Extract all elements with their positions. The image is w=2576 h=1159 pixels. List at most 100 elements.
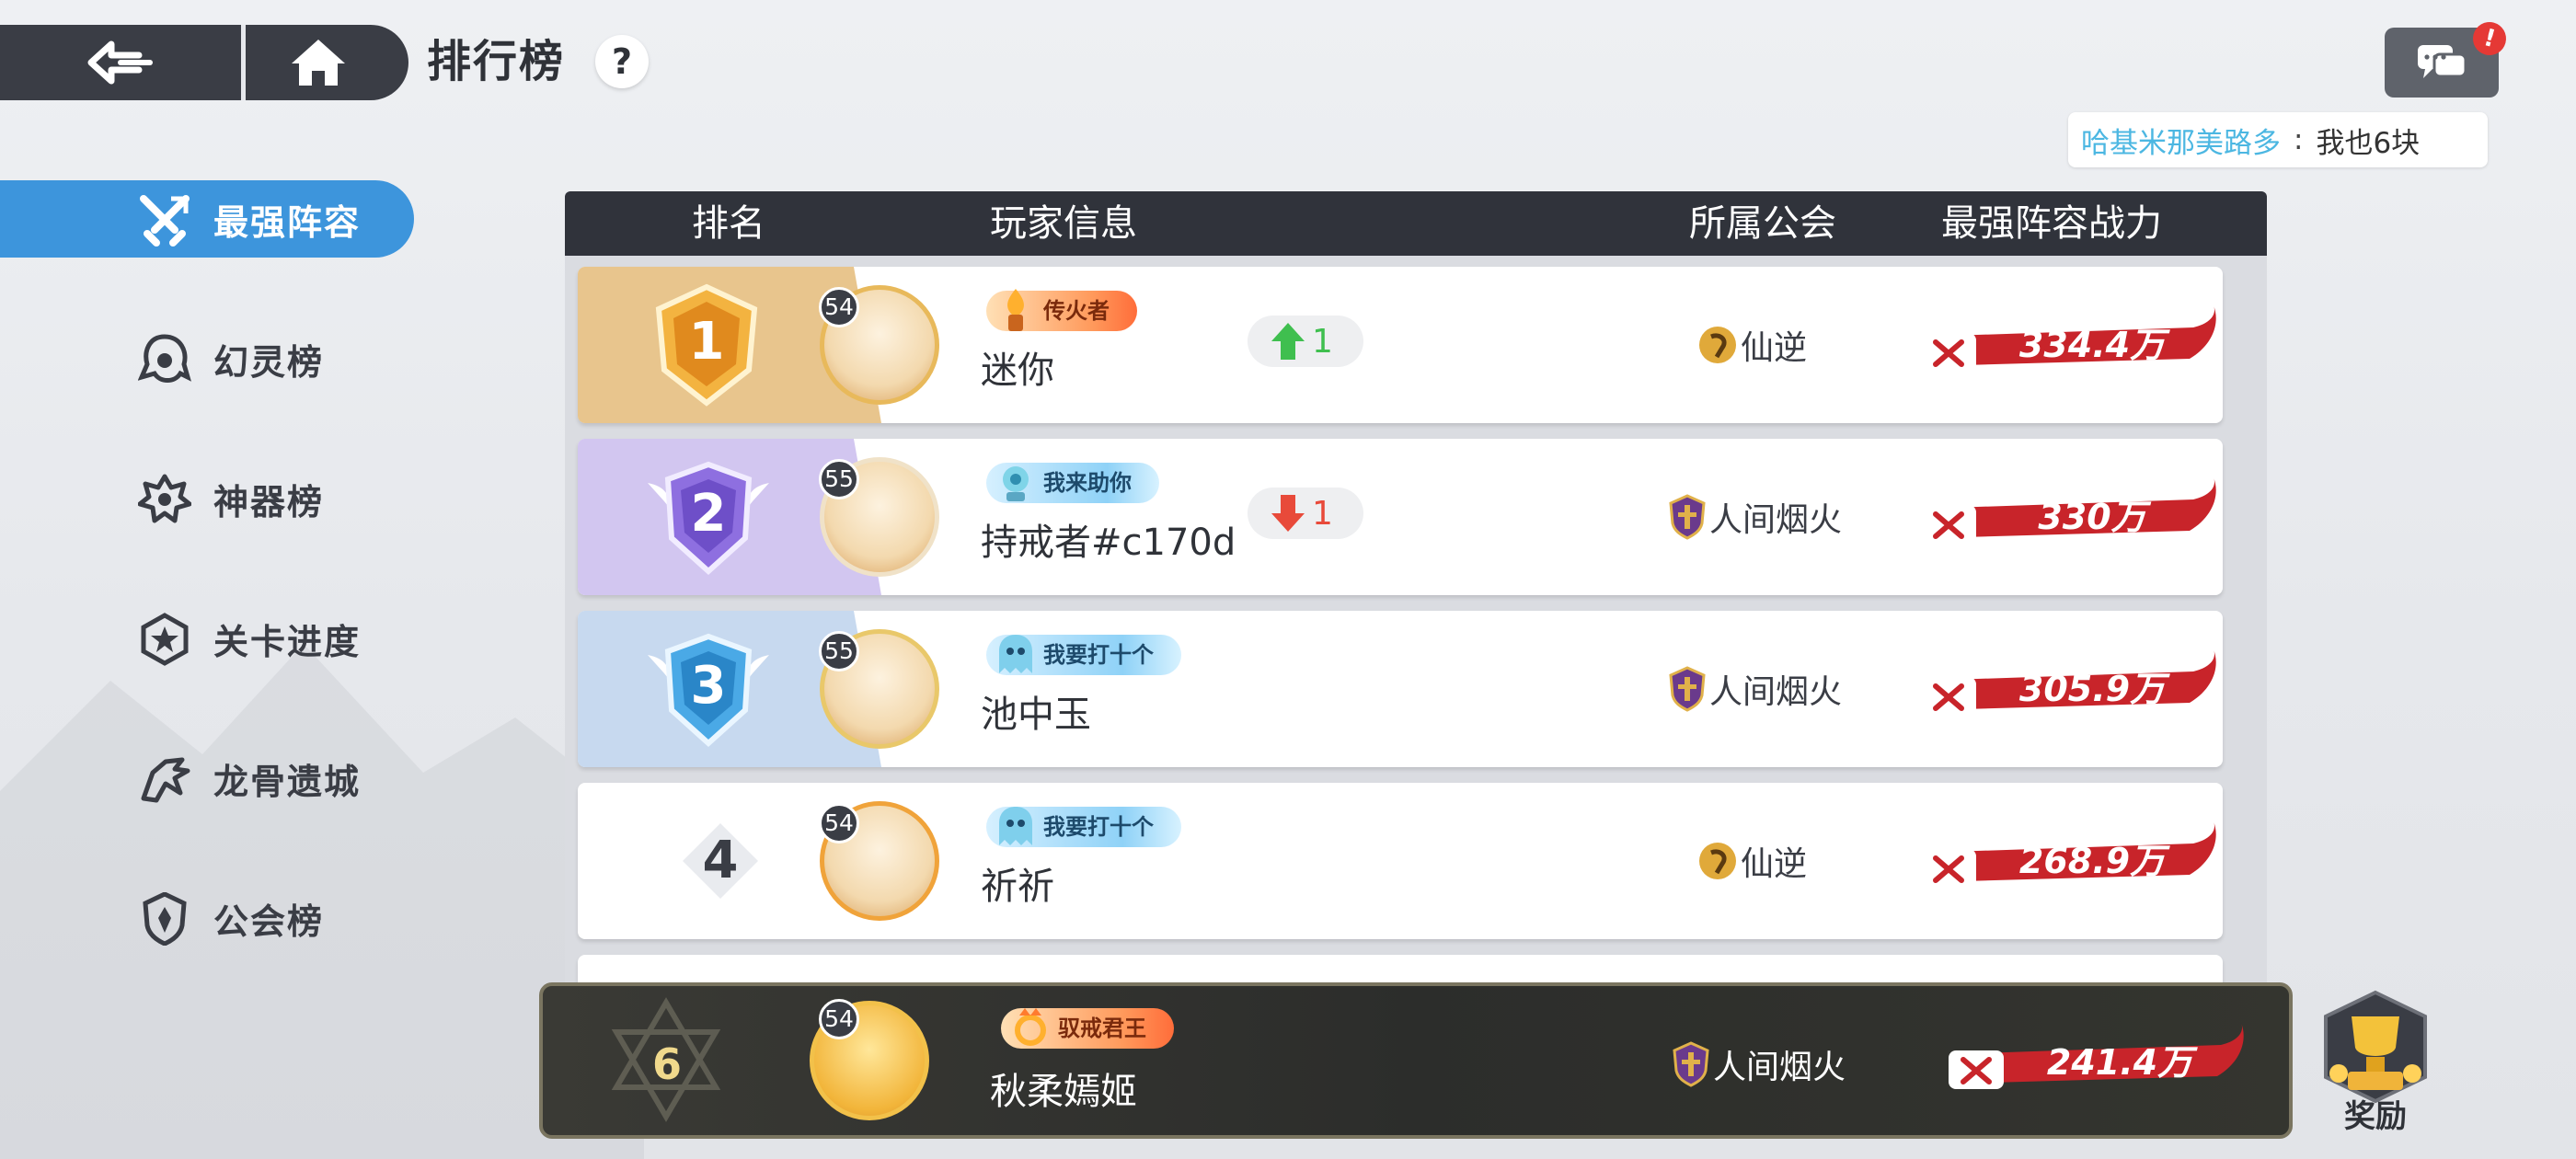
arrow-down-icon — [1271, 495, 1305, 532]
title-text: 传火者 — [1043, 298, 1110, 324]
player-name: 祈祈 — [981, 866, 1054, 908]
table-row[interactable]: 4 54 我要打十个 祈祈 仙逆 268.9万 — [578, 783, 2223, 939]
guild-emblem-purple-icon — [1669, 494, 1706, 540]
my-title-text: 驭戒君王 — [1058, 1016, 1146, 1041]
my-player-name: 秋柔嫣姬 — [990, 1071, 1137, 1113]
level-badge: 54 — [819, 287, 859, 327]
ring-crown-icon — [1015, 1008, 1046, 1046]
player-name: 迷你 — [981, 350, 1054, 392]
player-name: 池中玉 — [981, 694, 1091, 736]
reward-button[interactable]: 奖励 — [2311, 989, 2440, 1136]
my-guild-info: 人间烟火 — [1671, 1037, 1846, 1092]
my-power-value: 241.4万 — [2046, 1042, 2193, 1083]
sidebar-item-spirit-rank[interactable]: 幻灵榜 — [0, 320, 414, 397]
table-row[interactable] — [578, 955, 2223, 982]
title-text: 我来助你 — [1043, 470, 1132, 496]
guild-emblem-gold-icon — [1699, 843, 1736, 879]
table-row[interactable]: 3 55 我要打十个 池中玉 人间烟火 305.9万 — [578, 611, 2223, 767]
sidebar: 最强阵容 幻灵榜 神器榜 关卡进度 龙骨遗城 公会榜 — [0, 180, 423, 1019]
my-rank-bar[interactable]: 6 54 驭戒君王 秋柔嫣姬 人间烟火 241.4万 — [539, 982, 2293, 1139]
rank-change: 1 — [1248, 316, 1363, 367]
torch-icon — [1007, 289, 1024, 331]
my-level-badge: 54 — [819, 999, 859, 1039]
guild-info: 人间烟火 — [1667, 661, 1842, 717]
sidebar-item-stage-progress[interactable]: 关卡进度 — [0, 600, 414, 677]
table-row[interactable]: 1 54 传火者 迷你 1 仙逆 334.4万 — [578, 267, 2223, 423]
spirit-icon — [138, 334, 191, 383]
table-row[interactable]: 2 55 我来助你 持戒者#c170d 1 人间烟火 330万 — [578, 439, 2223, 595]
ranking-table-header: 排名 玩家信息 所属公会 最强阵容战力 — [565, 191, 2267, 256]
guild-info: 仙逆 — [1696, 833, 1807, 889]
title-badge: 我要打十个 — [986, 807, 1181, 847]
guild-emblem-purple-icon — [1673, 1041, 1709, 1087]
flower-icon — [1003, 466, 1029, 501]
home-icon — [291, 40, 345, 86]
home-button[interactable] — [246, 25, 408, 100]
chat-colon: : — [2294, 123, 2304, 156]
column-power: 最强阵容战力 — [1941, 202, 2162, 245]
artifact-icon — [138, 474, 191, 523]
ghost-icon — [999, 635, 1032, 673]
column-guild: 所属公会 — [1689, 202, 1836, 245]
sidebar-item-label: 关卡进度 — [213, 621, 362, 662]
power-value: 334.4万 — [2018, 325, 2166, 365]
chat-alert-badge: ! — [2468, 17, 2511, 60]
power-value: 305.9万 — [2018, 669, 2166, 709]
sidebar-item-label: 幻灵榜 — [213, 341, 325, 383]
power-value: 268.9万 — [2018, 841, 2166, 881]
rank-number: 2 — [690, 484, 727, 544]
power-value: 330万 — [2038, 497, 2146, 537]
crossed-swords-icon — [140, 195, 190, 247]
back-arrow-icon — [87, 40, 153, 85]
power-plaque: 330万 — [1917, 477, 2221, 557]
sidebar-item-guild-rank[interactable]: 公会榜 — [0, 879, 414, 957]
title-text: 我要打十个 — [1043, 814, 1154, 840]
level-badge: 54 — [819, 803, 859, 843]
column-rank: 排名 — [692, 202, 765, 245]
star-badge-icon — [141, 613, 189, 666]
my-power-plaque: 241.4万 — [1945, 1023, 2248, 1102]
guild-info: 仙逆 — [1696, 317, 1807, 373]
sidebar-item-label: 龙骨遗城 — [213, 761, 362, 802]
dragon-icon — [141, 757, 190, 803]
guild-emblem-gold-icon — [1699, 327, 1736, 363]
arrow-up-icon — [1271, 323, 1305, 360]
chat-preview[interactable]: 哈基米那美路多 : 我也6块 — [2068, 112, 2488, 167]
rank-change: 1 — [1248, 488, 1363, 539]
page-title: 排行榜 — [427, 36, 566, 87]
rank-number: 4 — [702, 831, 739, 890]
title-badge: 我来助你 — [986, 463, 1159, 503]
chat-bubbles-icon — [2418, 45, 2467, 78]
rank-number: 1 — [688, 312, 725, 372]
level-badge: 55 — [819, 459, 859, 499]
power-plaque: 268.9万 — [1917, 821, 2221, 901]
top-nav-bar — [0, 25, 408, 100]
guild-name: 人间烟火 — [1709, 501, 1843, 539]
sidebar-item-label: 最强阵容 — [213, 201, 362, 243]
player-name: 持戒者#c170d — [981, 522, 1236, 564]
ranking-table: 1 54 传火者 迷你 1 仙逆 334.4万 2 55 我来助你 持戒者#c1… — [565, 256, 2267, 982]
guild-name: 人间烟火 — [1709, 673, 1843, 711]
my-title-badge: 驭戒君王 — [1001, 1008, 1174, 1049]
guild-info: 人间烟火 — [1667, 489, 1842, 545]
rank-number: 3 — [690, 656, 727, 716]
chat-button[interactable]: ! — [2385, 17, 2511, 98]
ghost-icon — [999, 807, 1032, 845]
guild-name: 仙逆 — [1741, 845, 1808, 883]
rank-change-value: 1 — [1312, 322, 1333, 361]
sidebar-item-dragon-city[interactable]: 龙骨遗城 — [0, 740, 414, 817]
help-button[interactable]: ? — [595, 35, 649, 88]
title-text: 我要打十个 — [1043, 642, 1154, 668]
title-badge: 传火者 — [986, 289, 1137, 331]
chat-message: 我也6块 — [2316, 126, 2421, 160]
sidebar-item-strongest-lineup[interactable]: 最强阵容 — [0, 180, 414, 258]
back-button[interactable] — [0, 25, 241, 100]
reward-label: 奖励 — [2344, 1098, 2407, 1135]
sidebar-item-artifact-rank[interactable]: 神器榜 — [0, 460, 414, 537]
title-badge: 我要打十个 — [986, 635, 1181, 675]
sidebar-item-label: 公会榜 — [213, 901, 325, 942]
rank-change-value: 1 — [1312, 494, 1333, 533]
guild-shield-icon — [143, 892, 187, 946]
column-player-info: 玩家信息 — [990, 202, 1137, 245]
sidebar-item-label: 神器榜 — [213, 481, 325, 522]
